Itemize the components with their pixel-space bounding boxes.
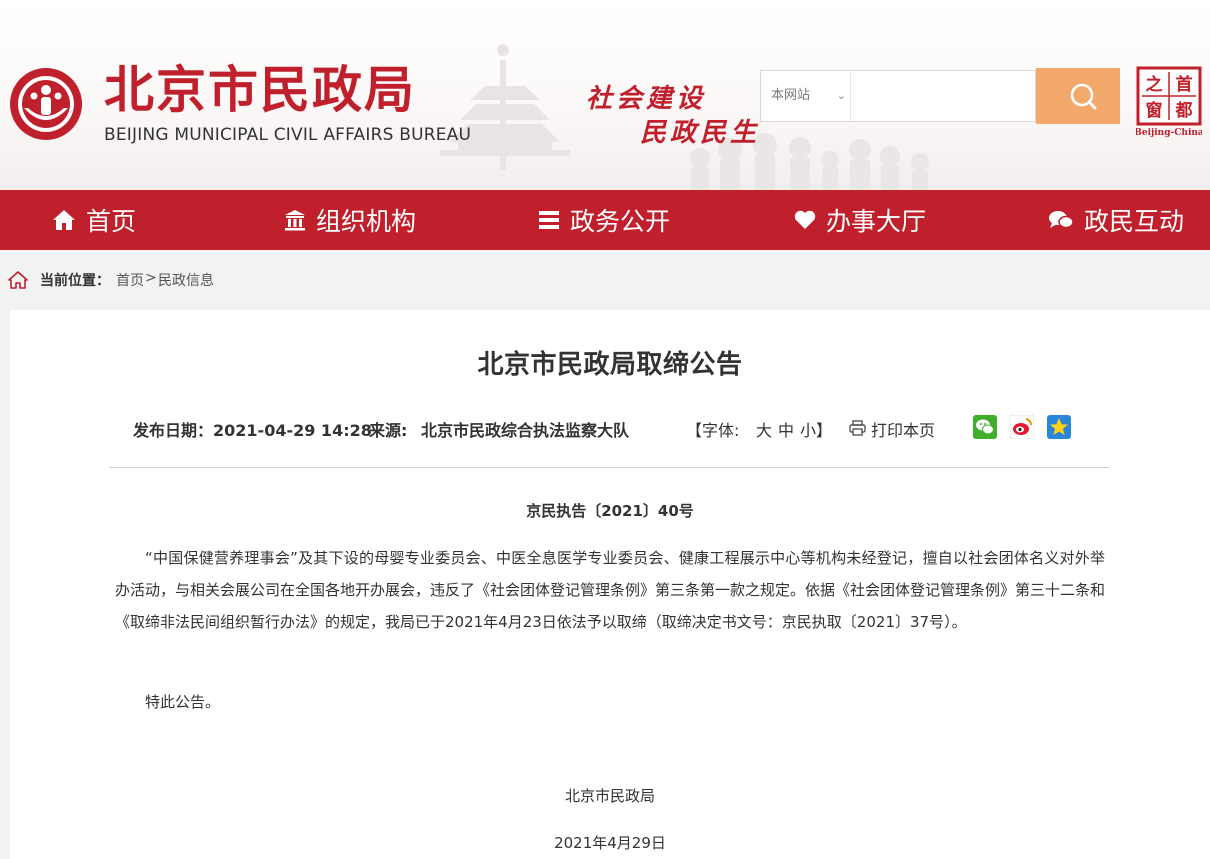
home-icon xyxy=(53,210,75,230)
nav-item-label: 政务公开 xyxy=(570,207,671,236)
article-source-value: 北京市民政综合执法监察大队 xyxy=(421,417,629,441)
chevron-down-icon: ⌄ xyxy=(836,89,846,102)
article-title: 北京市民政局取缔公告 xyxy=(477,350,743,380)
font-size-medium-button[interactable]: 中 xyxy=(778,417,794,441)
source-label: 来源: xyxy=(369,421,408,440)
heart-icon xyxy=(794,210,816,229)
weibo-share-icon[interactable] xyxy=(1010,415,1034,439)
printer-icon[interactable] xyxy=(849,420,866,436)
source-value: 北京市民政综合执法监察大队 xyxy=(421,421,630,440)
breadcrumb-home-link[interactable]: 首页 xyxy=(116,270,144,290)
capital-window-char-2: 都 xyxy=(1175,100,1193,121)
location-home-icon xyxy=(8,271,28,289)
font-size-small-button[interactable]: 小 xyxy=(800,417,816,441)
site-title-english: BEIJING MUNICIPAL CIVIL AFFAIRS BUREAU xyxy=(104,125,472,145)
signature-date: 2021年4月29日 xyxy=(554,834,666,852)
search-scope-select[interactable]: 本网站 ⌄ xyxy=(761,71,851,121)
search-scope-label: 本网站 xyxy=(771,88,811,103)
capital-window-char-1: 首 xyxy=(1176,74,1193,95)
site-title: 北京市民政局 xyxy=(104,60,416,119)
article-source: 来源: xyxy=(369,417,407,441)
nav-item-label: 首页 xyxy=(86,207,137,236)
nav-item-service-hall[interactable]: 办事大厅 xyxy=(794,190,926,250)
search-input[interactable] xyxy=(853,72,1037,122)
bureau-logo-icon xyxy=(10,68,82,140)
article-paragraph: 特此公告。 xyxy=(145,693,221,711)
wechat-share-icon[interactable] xyxy=(973,415,997,439)
breadcrumb-separator: > xyxy=(145,270,157,286)
chat-icon xyxy=(1049,211,1074,229)
meta-divider xyxy=(109,467,1109,468)
print-page-button[interactable]: 打印本页 xyxy=(871,417,935,441)
breadcrumb-label: 当前位置： xyxy=(40,273,110,289)
slogan-line-1: 社会建设 xyxy=(586,84,707,114)
nav-item-home[interactable]: 首页 xyxy=(52,190,136,250)
signature-organization: 北京市民政局 xyxy=(564,787,655,805)
qzone-share-icon[interactable] xyxy=(1047,415,1071,439)
list-icon xyxy=(539,211,559,229)
nav-item-interaction[interactable]: 政民互动 xyxy=(1048,190,1184,250)
publish-date: 发布日期：2021-04-29 14:28 xyxy=(133,417,372,441)
article-paragraph: “中国保健营养理事会”及其下设的母婴专业委员会、中医全息医学专业委员会、健康工程… xyxy=(115,549,1106,631)
nav-item-label: 办事大厅 xyxy=(826,207,927,236)
nav-item-government-affairs[interactable]: 政务公开 xyxy=(538,190,670,250)
publish-date-label: 发布日期： xyxy=(133,421,214,440)
search-box: 本网站 ⌄ xyxy=(760,70,1037,122)
breadcrumb-current-link[interactable]: 民政信息 xyxy=(158,270,214,290)
main-nav: 首页 组织机构 政务公开 办事大厅 政民互动 xyxy=(0,190,1210,250)
capital-window-char-4: 窗 xyxy=(1146,100,1163,121)
slogan-line-2: 民政民生 xyxy=(640,118,761,148)
publish-date-value: 2021-04-29 14:28 xyxy=(213,421,372,440)
nav-item-label: 组织机构 xyxy=(316,207,417,236)
document-number: 京民执告〔2021〕40号 xyxy=(526,502,694,520)
font-size-bracket: 】 xyxy=(816,421,833,440)
capital-window-char-3: 之 xyxy=(1146,74,1163,95)
search-icon xyxy=(1070,83,1097,110)
institution-icon xyxy=(285,210,305,231)
search-button[interactable] xyxy=(1036,68,1120,124)
capital-window-caption: Beijing-China xyxy=(1136,128,1202,138)
font-size-label: 【字体: xyxy=(686,421,740,440)
nav-item-organization[interactable]: 组织机构 xyxy=(284,190,416,250)
font-size-large-button[interactable]: 大 xyxy=(756,417,772,441)
nav-item-label: 政民互动 xyxy=(1084,207,1185,236)
capital-window-badge[interactable]: 首 都 之 窗 Beijing-China xyxy=(1136,66,1202,138)
